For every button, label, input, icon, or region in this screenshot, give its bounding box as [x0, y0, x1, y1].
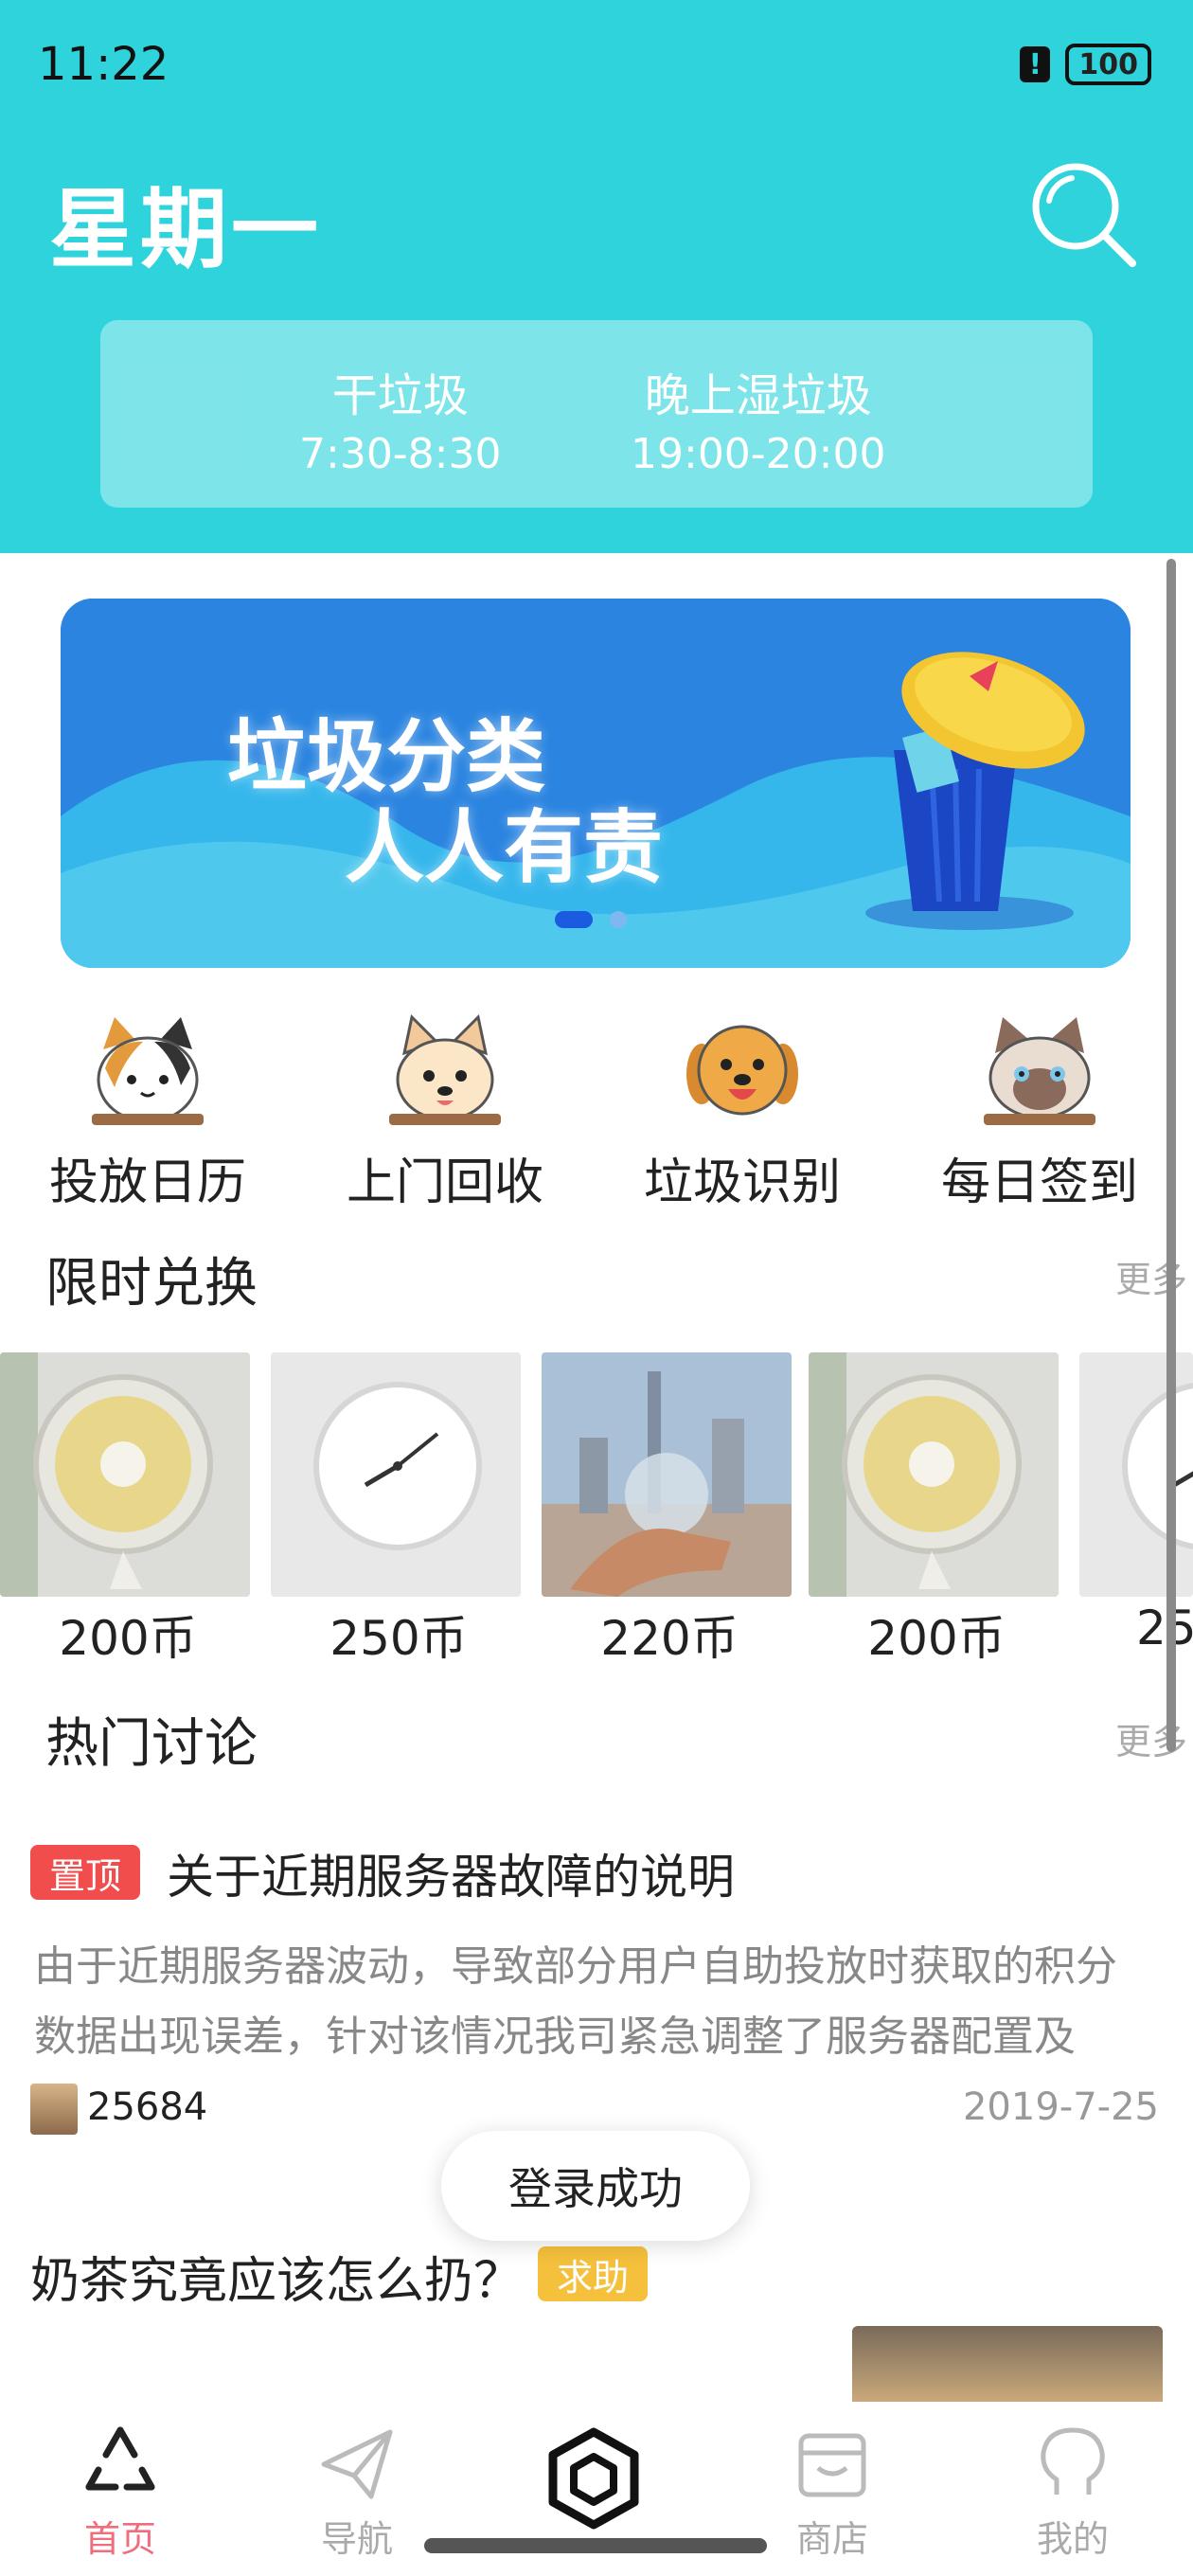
product-card[interactable]: 25: [1079, 1352, 1193, 1655]
dry-time: 7:30-8:30: [299, 430, 502, 478]
desk-fan-image: [809, 1352, 1059, 1597]
quick-menu-label: 垃圾识别: [643, 1154, 841, 1211]
tab-scan[interactable]: [523, 2426, 665, 2531]
profile-icon: [1041, 2427, 1105, 2495]
exchange-more-link[interactable]: 更多: [1115, 1250, 1187, 1302]
exchange-section-title: 限时兑换: [45, 1253, 258, 1315]
dry-label: 干垃圾: [331, 369, 469, 422]
quick-menu-identify[interactable]: 垃圾识别: [629, 1011, 856, 1213]
tab-profile[interactable]: 我的: [1002, 2421, 1144, 2562]
recycle-icon: [85, 2426, 155, 2491]
wet-schedule: 晚上湿垃圾 19:00-20:00: [631, 358, 885, 478]
status-time: 11:22: [38, 38, 169, 91]
post-username: 25684: [87, 2085, 208, 2129]
city-glass-ball-image: [542, 1352, 792, 1597]
post-body: 由于近期服务器波动，导致部分用户自助投放时获取的积分 数据出现误差，针对该情况我…: [34, 1932, 1170, 2072]
search-icon[interactable]: [1028, 159, 1140, 271]
pagination-dot-active: [555, 911, 593, 928]
tab-label: 首页: [83, 2518, 156, 2560]
product-card[interactable]: 200币: [809, 1352, 1064, 1669]
calico-cat-icon: [92, 1017, 204, 1125]
alert-icon: !: [1020, 46, 1051, 82]
discussion-more-link[interactable]: 更多: [1115, 1712, 1187, 1764]
scrollbar[interactable]: [1166, 559, 1176, 1752]
pinned-badge: 置顶: [30, 1845, 140, 1900]
day-title: 星期一: [49, 179, 323, 280]
status-icons: ! 100: [1020, 44, 1151, 85]
dry-schedule: 干垃圾 7:30-8:30: [299, 358, 502, 478]
tab-store[interactable]: 商店: [761, 2421, 903, 2562]
quick-menu-label: 每日签到: [940, 1154, 1138, 1211]
quick-menu-calendar[interactable]: 投放日历: [34, 1011, 261, 1213]
home-indicator[interactable]: [424, 2538, 767, 2553]
wall-clock-image: [1079, 1352, 1193, 1597]
quick-menu-label: 投放日历: [48, 1154, 246, 1211]
product-card[interactable]: 220币: [542, 1352, 797, 1669]
post-body-line: 数据出现误差，针对该情况我司紧急调整了服务器配置及: [34, 2012, 1076, 2061]
wall-clock-image: [271, 1352, 521, 1597]
post-date: 2019-7-25: [962, 2085, 1159, 2129]
wet-time: 19:00-20:00: [631, 430, 886, 478]
store-icon: [798, 2433, 866, 2497]
quick-menu-pickup[interactable]: 上门回收: [331, 1011, 559, 1213]
golden-dog-icon: [686, 1025, 798, 1116]
product-price: 220币: [600, 1611, 739, 1666]
avatar[interactable]: [30, 2084, 78, 2135]
wet-label: 晚上湿垃圾: [644, 369, 872, 422]
shiba-dog-icon: [389, 1013, 501, 1125]
pagination-dot: [610, 911, 627, 928]
product-price: 200币: [59, 1611, 197, 1666]
tab-label: 导航: [320, 2518, 393, 2560]
paper-plane-icon: [321, 2429, 393, 2499]
desk-fan-image: [0, 1352, 250, 1597]
quick-menu-checkin[interactable]: 每日签到: [926, 1011, 1153, 1213]
quick-menu-label: 上门回收: [346, 1154, 543, 1211]
product-price: 25: [1136, 1601, 1193, 1655]
schedule-card: 干垃圾 7:30-8:30 晚上湿垃圾 19:00-20:00: [100, 320, 1093, 508]
milk-tea-image: [852, 2326, 1163, 2402]
header: 11:22 ! 100 星期一 干垃圾 7:30-8:30 晚上湿垃圾 19:0…: [0, 0, 1193, 553]
product-card[interactable]: 250币: [271, 1352, 526, 1669]
post-title[interactable]: 关于近期服务器故障的说明: [167, 1839, 735, 1907]
banner-line2: 人人有责: [345, 801, 664, 894]
post-body-line: 由于近期服务器波动，导致部分用户自助投放时获取的积分: [34, 1942, 1117, 1991]
tab-home[interactable]: 首页: [49, 2421, 191, 2562]
post-title[interactable]: 奶茶究竟应该怎么扔？: [30, 2241, 523, 2312]
siamese-cat-icon: [984, 1017, 1095, 1125]
banner-pagination: [555, 911, 627, 928]
product-card[interactable]: 200币: [0, 1352, 256, 1669]
product-price: 250币: [329, 1611, 468, 1666]
toast-message: 登录成功: [441, 2131, 750, 2241]
product-price: 200币: [867, 1611, 1006, 1666]
help-badge: 求助: [538, 2246, 648, 2301]
battery-icon: 100: [1065, 44, 1151, 85]
tab-navigation[interactable]: 导航: [286, 2421, 428, 2562]
hexagon-scan-icon: [548, 2427, 639, 2530]
discussion-section-title: 热门讨论: [45, 1713, 258, 1775]
tab-label: 商店: [795, 2518, 868, 2560]
tab-label: 我的: [1036, 2518, 1109, 2560]
promo-banner[interactable]: 垃圾分类 人人有责: [61, 599, 1131, 968]
